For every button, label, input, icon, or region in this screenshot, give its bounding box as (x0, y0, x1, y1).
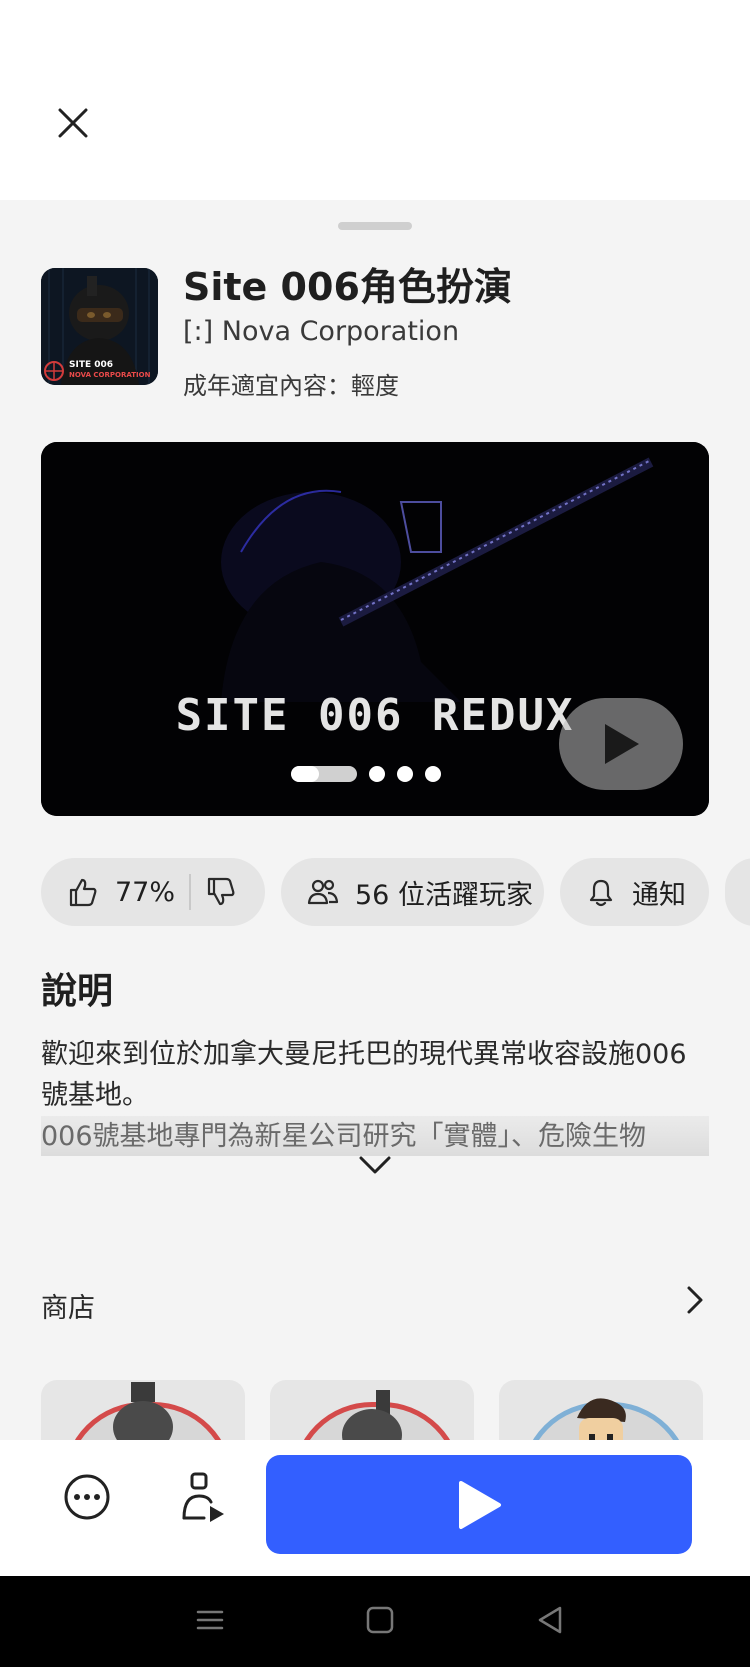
home-square-icon (366, 1606, 394, 1634)
system-navigation-bar (0, 1576, 750, 1667)
back-button[interactable] (530, 1600, 570, 1640)
creator-name[interactable]: [:] Nova Corporation (183, 316, 459, 347)
menu-icon (196, 1610, 224, 1630)
avatar-play-icon (182, 1472, 224, 1522)
notify-label: 通知 (632, 879, 686, 911)
play-game-button[interactable] (266, 1455, 692, 1554)
recents-button[interactable] (190, 1600, 230, 1640)
notify-button[interactable]: 通知 (560, 858, 709, 926)
vote-divider (189, 874, 192, 910)
carousel-dot-active[interactable] (291, 766, 357, 782)
thumbs-up-icon (69, 878, 97, 907)
bell-icon (589, 879, 613, 907)
chevron-down-icon (359, 1156, 391, 1174)
thumbs-up-button[interactable] (67, 876, 99, 908)
more-options-button[interactable] (62, 1472, 112, 1522)
description-text: 歡迎來到位於加拿大曼尼托巴的現代異常收容設施006號基地。 (41, 1039, 687, 1111)
more-icon (64, 1474, 110, 1520)
thumbs-down-button[interactable] (205, 876, 237, 908)
description-heading: 說明 (41, 971, 114, 1012)
game-title: Site 006角色扮演 (183, 265, 512, 309)
users-icon (307, 879, 339, 905)
active-players-pill[interactable]: 56 位活躍玩家 (281, 858, 544, 926)
chevron-right-icon (687, 1286, 703, 1314)
maturity-rating: 成年適宜內容：輕度 (183, 372, 399, 400)
video-play-button[interactable] (559, 698, 683, 790)
thumbnail-subtitle: NOVA CORPORATION (69, 371, 151, 379)
carousel-dot[interactable] (369, 766, 385, 782)
thumbs-down-icon (207, 877, 235, 906)
carousel-dot[interactable] (397, 766, 413, 782)
home-button[interactable] (360, 1600, 400, 1640)
active-players-count: 56 位活躍玩家 (355, 879, 533, 911)
like-ratio: 77% (115, 876, 176, 908)
expand-description-button[interactable] (355, 1150, 395, 1180)
top-bar (0, 0, 750, 200)
thumbnail-title: SITE 006 (69, 360, 114, 370)
try-avatar-button[interactable] (178, 1470, 228, 1526)
shop-heading[interactable]: 商店 (41, 1286, 95, 1325)
close-icon (58, 108, 88, 138)
close-button[interactable] (50, 100, 96, 146)
carousel-indicators (291, 766, 441, 782)
vote-pill: 77% (41, 858, 265, 926)
play-icon (459, 1480, 501, 1529)
media-carousel[interactable]: SITE 006 REDUX (41, 442, 709, 816)
sheet-grab-handle[interactable] (338, 222, 412, 230)
back-triangle-icon (538, 1606, 562, 1634)
game-thumbnail: SITE 006 NOVA CORPORATION (41, 268, 158, 385)
play-icon (605, 724, 639, 764)
shop-see-all-button[interactable] (680, 1282, 710, 1318)
carousel-dot[interactable] (425, 766, 441, 782)
